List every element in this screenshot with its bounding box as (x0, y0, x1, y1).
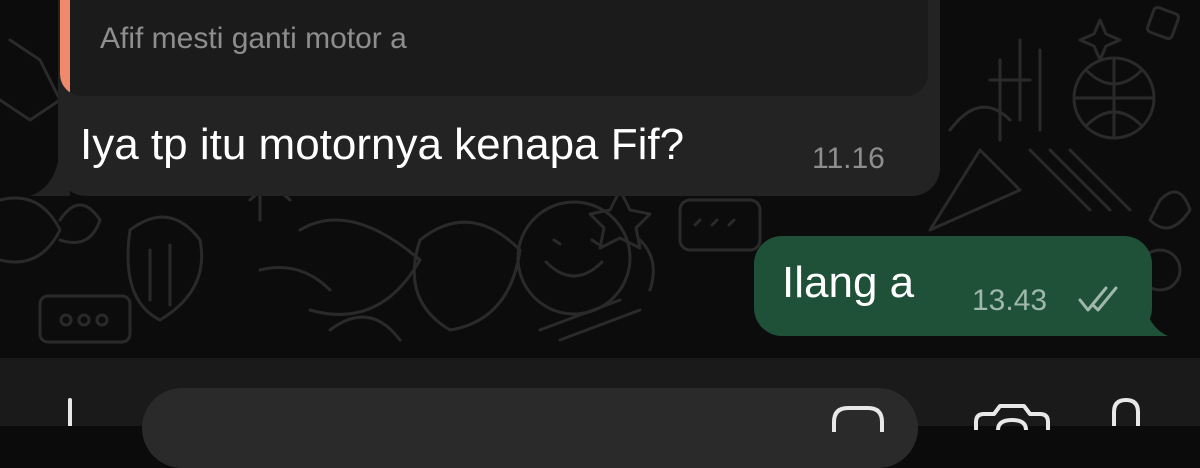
incoming-bubble-tail (30, 146, 70, 196)
incoming-message-text: Iya tp itu motornya kenapa Fif? (80, 120, 685, 169)
quote-accent-bar (60, 0, 70, 96)
mic-icon[interactable] (1108, 396, 1144, 426)
plus-icon[interactable] (62, 398, 78, 426)
message-input[interactable] (142, 388, 918, 468)
outgoing-message-text: Ilang a (782, 258, 915, 307)
quoted-message[interactable]: Afif mesti ganti motor a (60, 0, 928, 96)
quoted-message-text: Afif mesti ganti motor a (100, 22, 407, 55)
outgoing-message-time: 13.43 (972, 284, 1048, 317)
sticker-icon[interactable] (828, 402, 888, 432)
outgoing-bubble-tail (1122, 286, 1168, 336)
incoming-message-time: 11.16 (812, 142, 885, 175)
double-check-icon (1078, 286, 1118, 312)
